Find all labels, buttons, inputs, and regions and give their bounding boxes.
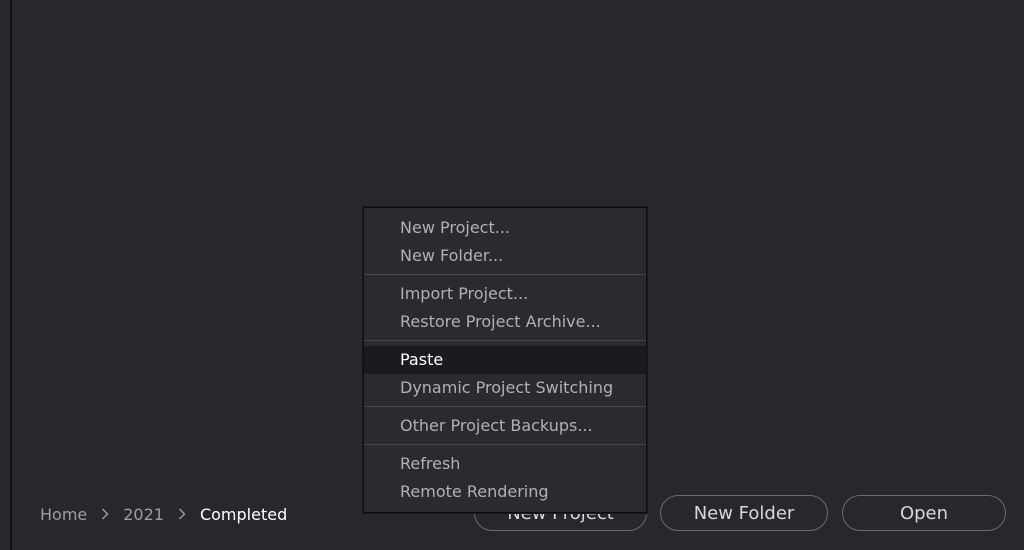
breadcrumb-home[interactable]: Home [40,505,87,524]
breadcrumb: Home 2021 Completed [40,502,287,526]
menu-item-dynamic-project-switching[interactable]: Dynamic Project Switching [364,374,646,402]
chevron-right-icon [178,508,186,520]
panel-divider [10,0,12,550]
chevron-right-icon [101,508,109,520]
menu-item-other-project-backups[interactable]: Other Project Backups... [364,412,646,440]
menu-item-paste[interactable]: Paste [364,346,646,374]
menu-item-restore-project-archive[interactable]: Restore Project Archive... [364,308,646,336]
menu-separator [364,444,646,445]
new-folder-button[interactable]: New Folder [660,495,828,531]
context-menu: New Project... New Folder... Import Proj… [363,207,647,513]
project-manager-window: Home 2021 Completed New Project New Fold… [0,0,1024,550]
menu-item-new-project[interactable]: New Project... [364,214,646,242]
menu-item-new-folder[interactable]: New Folder... [364,242,646,270]
menu-item-refresh[interactable]: Refresh [364,450,646,478]
menu-separator [364,340,646,341]
menu-separator [364,274,646,275]
open-button[interactable]: Open [842,495,1006,531]
breadcrumb-completed[interactable]: Completed [200,505,287,524]
breadcrumb-2021[interactable]: 2021 [123,505,164,524]
menu-separator [364,406,646,407]
menu-item-remote-rendering[interactable]: Remote Rendering [364,478,646,506]
menu-item-import-project[interactable]: Import Project... [364,280,646,308]
